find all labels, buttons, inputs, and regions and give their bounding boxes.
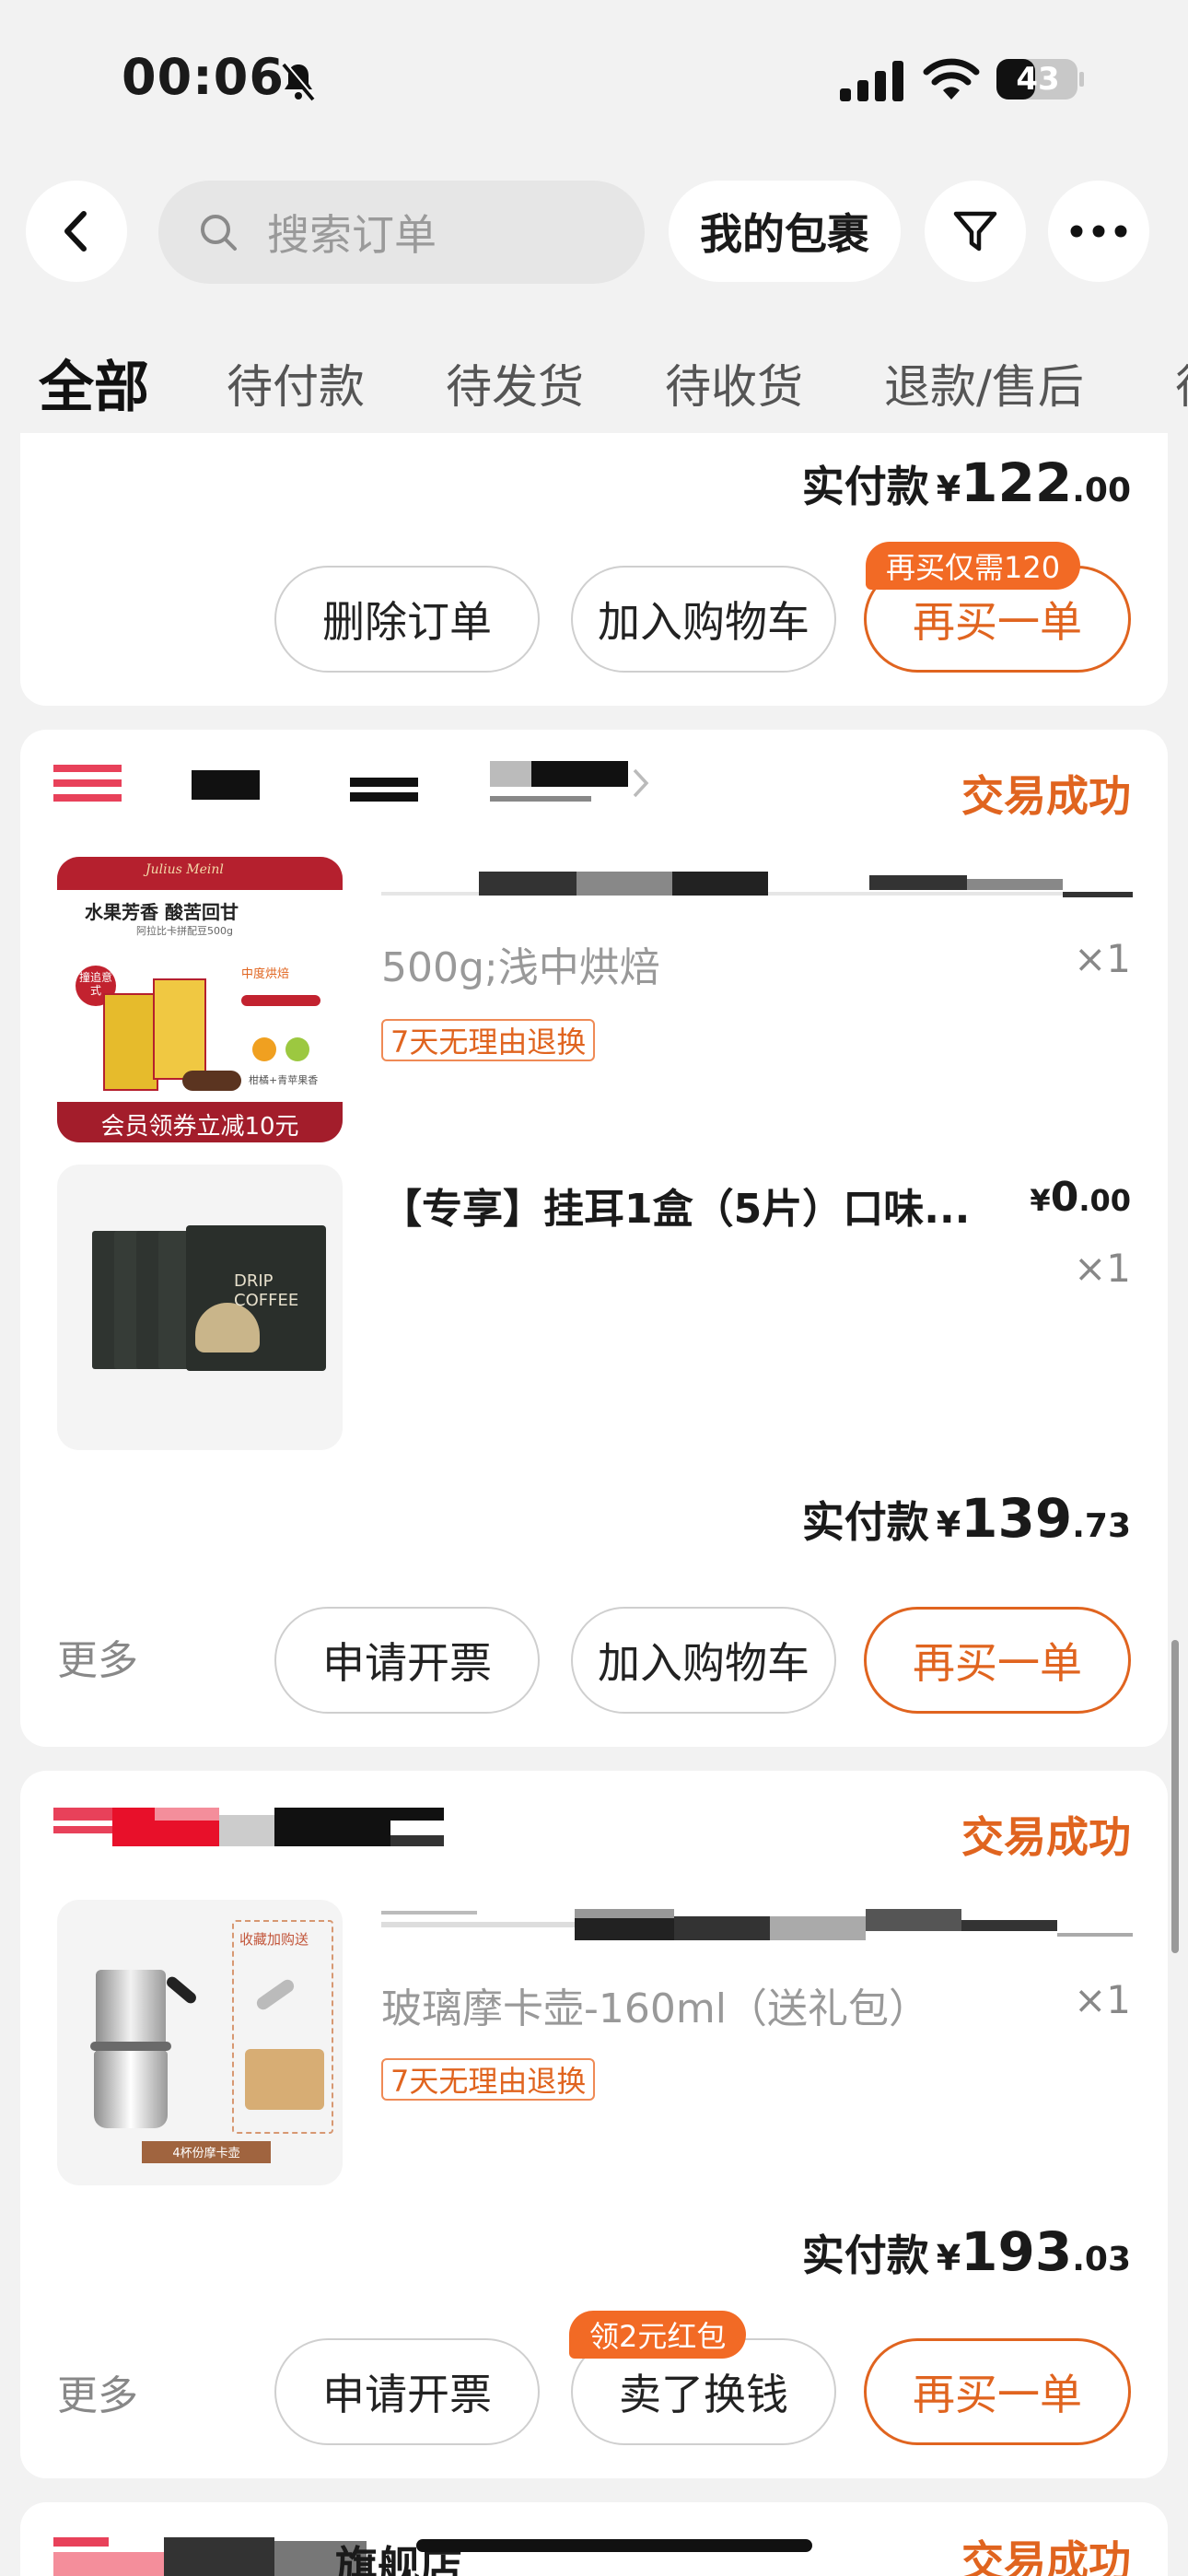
tab-pending-shipment[interactable]: 待发货 (446, 350, 584, 416)
filter-icon (953, 211, 997, 252)
tab-pending-receipt[interactable]: 待收货 (665, 350, 803, 416)
wifi-icon (923, 58, 980, 100)
tab-pending-review[interactable]: 待 (1175, 350, 1188, 416)
return-policy-badge: 7天无理由退换 (381, 2058, 596, 2101)
delete-order-button[interactable]: 删除订单 (274, 566, 540, 673)
product-title[interactable]: 【专享】挂耳1盒（5片）口味... (381, 1176, 970, 1235)
product-spec: 500g;浅中烘焙 (381, 944, 660, 991)
more-options-button[interactable] (1048, 181, 1149, 282)
tab-pending-payment[interactable]: 待付款 (227, 350, 365, 416)
product-title-obscured[interactable] (381, 868, 1133, 905)
my-parcels-button[interactable]: 我的包裹 (669, 181, 901, 282)
product-price: ¥0.00 (1030, 1174, 1131, 1221)
order-status: 交易成功 (961, 2536, 1131, 2576)
search-icon (201, 215, 237, 251)
order-tabs: 全部 待付款 待发货 待收货 退款/售后 待 (0, 341, 1188, 433)
ellipsis-icon (1070, 225, 1127, 238)
chevron-left-icon (64, 211, 87, 252)
order-status: 交易成功 (961, 771, 1131, 821)
request-invoice-button[interactable]: 申请开票 (274, 1607, 540, 1714)
product-quantity: ×1 (1074, 1246, 1131, 1291)
order-card: 实付款 ¥122.00 删除订单 加入购物车 再买一单 再买仅需120 (20, 433, 1168, 706)
store-name-obscured[interactable] (53, 761, 652, 816)
store-name-obscured[interactable] (53, 1808, 444, 1854)
add-to-cart-button[interactable]: 加入购物车 (571, 566, 836, 673)
tab-refund-aftersales[interactable]: 退款/售后 (884, 350, 1084, 416)
product-quantity: ×1 (1074, 1977, 1131, 2022)
request-invoice-button[interactable]: 申请开票 (274, 2338, 540, 2445)
red-packet-promo-tag: 领2元红包 (569, 2311, 747, 2359)
bell-muted-icon (282, 62, 316, 101)
more-link[interactable]: 更多 (57, 1627, 138, 1686)
paid-amount: 实付款 ¥139.73 (801, 1487, 1131, 1550)
order-card: 交易成功 Julius Meinl 水果芳香 酸苦回甘 阿拉比卡拼配豆500g … (20, 730, 1168, 1747)
search-input[interactable]: 搜索订单 (158, 181, 645, 284)
paid-amount: 实付款 ¥193.03 (801, 2220, 1131, 2283)
product-quantity: ×1 (1074, 936, 1131, 981)
buy-again-button[interactable]: 再买一单 (864, 2338, 1131, 2445)
status-bar: 00:06 43 (0, 0, 1188, 157)
order-status: 交易成功 (961, 1812, 1131, 1862)
product-title-obscured[interactable] (381, 1909, 1133, 1950)
product-image[interactable]: 收藏加购送 4杯份摩卡壶 (57, 1900, 343, 2185)
product-spec: 玻璃摩卡壶-160ml（送礼包） (381, 1985, 929, 2032)
scrollbar[interactable] (1171, 1640, 1179, 1953)
return-policy-badge: 7天无理由退换 (381, 1019, 596, 1061)
cellular-signal-icon (840, 61, 903, 101)
search-placeholder: 搜索订单 (267, 210, 437, 260)
home-indicator[interactable] (416, 2539, 812, 2552)
add-to-cart-button[interactable]: 加入购物车 (571, 1607, 836, 1714)
chevron-right-icon (633, 768, 649, 798)
back-button[interactable] (26, 181, 127, 282)
product-image[interactable]: Julius Meinl 水果芳香 酸苦回甘 阿拉比卡拼配豆500g 撞追意式 … (57, 857, 343, 1142)
product-image[interactable]: DRIP COFFEE (57, 1165, 343, 1450)
paid-amount: 实付款 ¥122.00 (801, 451, 1131, 514)
order-card: 交易成功 收藏加购送 4杯份摩卡壶 玻璃摩卡壶-160ml（送礼包） ×1 7天… (20, 1771, 1168, 2478)
battery-level: 43 (1016, 61, 1060, 98)
tab-all[interactable]: 全部 (39, 343, 149, 423)
buy-again-button[interactable]: 再买一单 (864, 1607, 1131, 1714)
more-link[interactable]: 更多 (57, 2362, 138, 2421)
filter-button[interactable] (925, 181, 1026, 282)
rebuy-promo-tag: 再买仅需120 (866, 542, 1081, 590)
status-time: 00:06 (122, 48, 285, 106)
